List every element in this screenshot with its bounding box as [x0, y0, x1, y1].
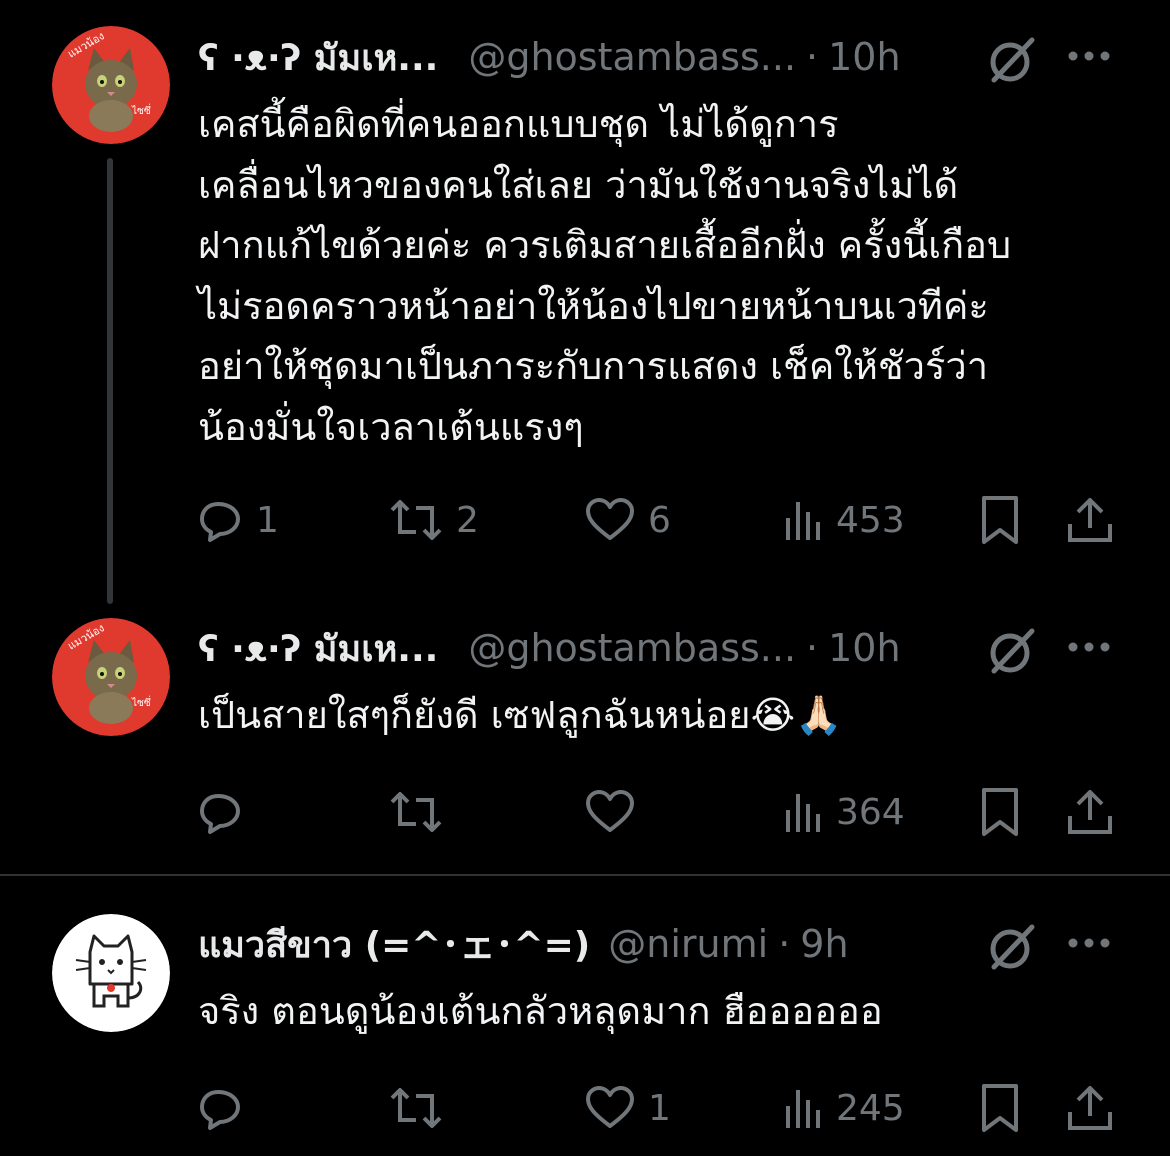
more-options-icon[interactable] [1066, 637, 1112, 661]
bookmark-button[interactable] [978, 1078, 1022, 1138]
view-count: 245 [836, 1087, 905, 1129]
divider [0, 874, 1170, 876]
like-count: 1 [648, 1087, 671, 1129]
view-count: 364 [836, 791, 905, 833]
user-handle[interactable]: @nirumi [608, 922, 768, 966]
tweet-text: เป็นสายใสๆก็ยังดี เซฟลูกฉันหน่อย😭🙏🏻 [198, 693, 843, 737]
separator: · [806, 35, 819, 79]
views-icon [786, 502, 820, 540]
bookmark-button[interactable] [978, 490, 1022, 550]
bookmark-icon [982, 496, 1018, 544]
display-name[interactable]: แมวสีขาว (=^･ェ･^=) [198, 916, 590, 973]
cat-avatar-red-icon: แมวน้อง ไซซึ่ [52, 26, 170, 144]
white-cat-avatar-icon [52, 914, 170, 1032]
retweet-button[interactable] [388, 1078, 456, 1138]
reply-button[interactable] [196, 782, 256, 842]
tweet-text: จริง ตอนดูน้องเต้นกลัวหลุดมาก ฮืออออออ [198, 989, 883, 1033]
views-icon [786, 1090, 820, 1128]
share-icon [1068, 1086, 1112, 1130]
display-name[interactable]: ʕ ·ᴥ·ʔ มัมเห... [198, 29, 438, 86]
user-handle[interactable]: @ghostambass... [468, 626, 796, 670]
bookmark-button[interactable] [978, 782, 1022, 842]
share-button[interactable] [1066, 1078, 1114, 1138]
reply-button[interactable] [196, 1078, 256, 1138]
bookmark-icon [982, 1084, 1018, 1132]
reply-count: 1 [256, 499, 279, 541]
action-bar: 364 [196, 782, 1126, 842]
views-icon [786, 794, 820, 832]
avatar[interactable]: แมวน้อง ไซซึ่ [52, 26, 170, 144]
share-button[interactable] [1066, 782, 1114, 842]
view-count: 453 [836, 499, 905, 541]
tweet-text: เคสนี้คือผิดที่คนออกแบบชุด ไม่ได้ดูการ เ… [198, 102, 1012, 449]
reply-icon [200, 794, 240, 834]
action-bar: 1 2 6 453 [196, 490, 1126, 550]
like-button[interactable]: 1 [584, 1078, 671, 1138]
share-icon [1068, 790, 1112, 834]
views-button[interactable]: 364 [784, 782, 905, 842]
action-bar: 1 245 [196, 1078, 1126, 1138]
timestamp[interactable]: 10h [828, 35, 900, 79]
grok-icon[interactable] [986, 34, 1038, 90]
svg-text:ไซซึ่: ไซซึ่ [131, 103, 151, 117]
share-icon [1068, 498, 1112, 542]
bookmark-icon [982, 788, 1018, 836]
user-handle[interactable]: @ghostambass... [468, 35, 796, 79]
separator: · [778, 922, 791, 966]
share-button[interactable] [1066, 490, 1114, 550]
cat-avatar-red-icon: แมวน้อง ไซซึ่ [52, 618, 170, 736]
svg-text:ไซซึ่: ไซซึ่ [131, 695, 151, 709]
retweet-button[interactable] [388, 782, 456, 842]
views-button[interactable]: 245 [784, 1078, 905, 1138]
retweet-count: 2 [456, 499, 479, 541]
heart-icon [586, 1086, 634, 1128]
more-options-icon[interactable] [1066, 933, 1112, 957]
retweet-button[interactable]: 2 [388, 490, 479, 550]
timestamp[interactable]: 10h [828, 626, 900, 670]
retweet-icon [390, 1088, 442, 1128]
grok-icon[interactable] [986, 625, 1038, 681]
reply-button[interactable]: 1 [196, 490, 279, 550]
avatar[interactable]: แมวน้อง ไซซึ่ [52, 618, 170, 736]
grok-icon[interactable] [986, 921, 1038, 977]
thread-line [107, 158, 113, 604]
display-name[interactable]: ʕ ·ᴥ·ʔ มัมเห... [198, 620, 438, 677]
reply-icon [200, 502, 240, 542]
like-button[interactable] [584, 782, 648, 842]
avatar[interactable] [52, 914, 170, 1032]
more-options-icon[interactable] [1066, 46, 1112, 70]
like-count: 6 [648, 499, 671, 541]
views-button[interactable]: 453 [784, 490, 905, 550]
timestamp[interactable]: 9h [800, 922, 848, 966]
heart-icon [586, 498, 634, 540]
like-button[interactable]: 6 [584, 490, 671, 550]
retweet-icon [390, 792, 442, 832]
separator: · [806, 626, 819, 670]
reply-icon [200, 1090, 240, 1130]
retweet-icon [390, 500, 442, 540]
heart-icon [586, 790, 634, 832]
